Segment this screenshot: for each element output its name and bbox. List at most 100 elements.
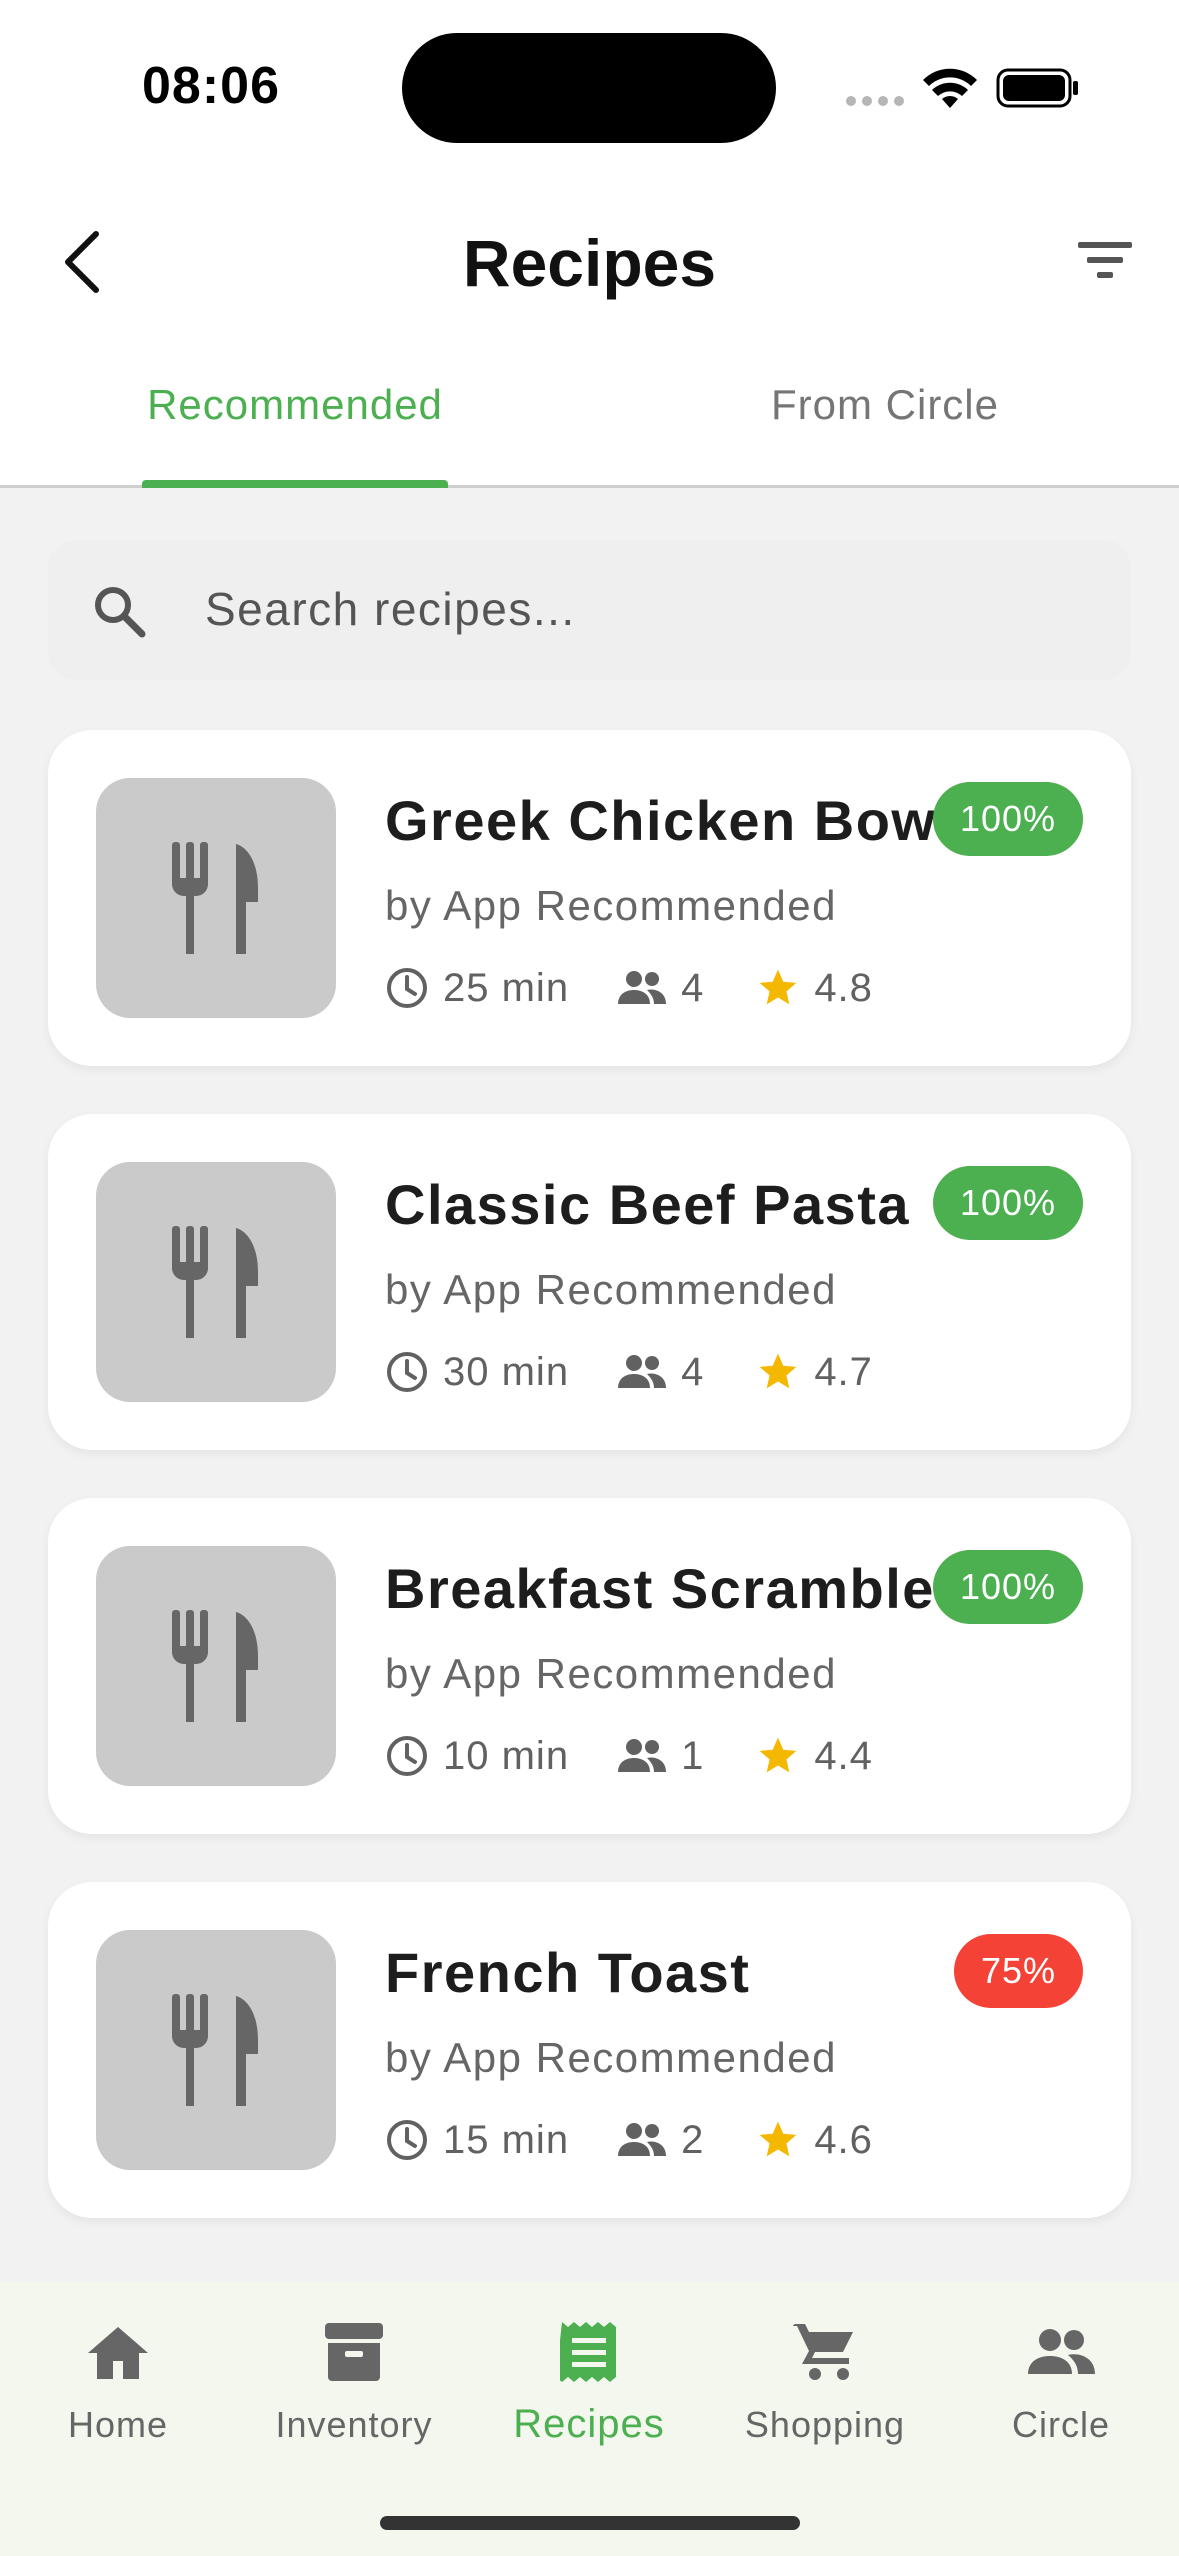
match-badge: 75% — [954, 1934, 1083, 2008]
restaurant-icon — [172, 842, 258, 954]
match-badge: 100% — [933, 1550, 1083, 1624]
servings: 4 — [617, 1350, 704, 1395]
rating: 4.8 — [756, 966, 873, 1011]
recipe-author: by App Recommended — [385, 1266, 837, 1313]
match-badge: 100% — [933, 782, 1083, 856]
recipe-title: French Toast — [385, 1941, 751, 2004]
star-icon — [759, 2121, 797, 2157]
star-icon — [759, 1353, 797, 1389]
nav-inventory-label: Inventory — [275, 2404, 433, 2445]
cook-time: 15 min — [385, 2118, 569, 2163]
clock-icon — [387, 2120, 427, 2160]
cook-time: 10 min — [385, 1734, 569, 1779]
people-icon — [618, 971, 667, 1004]
servings-value: 4 — [681, 1349, 705, 1394]
tab-recommended-label: Recommended — [147, 381, 443, 428]
status-time: 08:06 — [142, 57, 280, 115]
people-icon — [618, 2123, 667, 2156]
recipe-meta: 10 min 1 4.4 — [385, 1728, 873, 1784]
app-bar: Recipes — [0, 170, 1179, 350]
recipe-card[interactable]: Breakfast Scramble 100% by App Recommend… — [48, 1498, 1131, 1834]
recipe-thumbnail — [96, 778, 336, 1018]
rating-value: 4.8 — [814, 965, 873, 1010]
recipe-title: Classic Beef Pasta — [385, 1173, 911, 1236]
star-icon — [759, 969, 797, 1005]
restaurant-icon — [172, 1994, 258, 2106]
clock-icon — [387, 968, 427, 1008]
recipe-thumbnail — [96, 1162, 336, 1402]
nav-recipes-label: Recipes — [513, 2402, 665, 2446]
search-placeholder: Search recipes... — [205, 583, 576, 635]
tab-from-circle[interactable]: From Circle — [590, 350, 1179, 488]
recipe-title: Breakfast Scramble — [385, 1557, 935, 1620]
recipe-title: Greek Chicken Bowl — [385, 789, 954, 852]
people-icon — [1028, 2329, 1095, 2374]
nav-circle-label: Circle — [1011, 2404, 1110, 2445]
servings-value: 1 — [681, 1733, 705, 1778]
people-icon — [618, 1739, 667, 1772]
rating: 4.7 — [756, 1350, 873, 1395]
battery-icon — [996, 68, 1078, 108]
people-icon — [618, 1355, 667, 1388]
recipe-meta: 15 min 2 4.6 — [385, 2112, 873, 2168]
star-icon — [759, 1737, 797, 1773]
servings-value: 4 — [681, 965, 705, 1010]
nav-shopping[interactable]: Shopping — [707, 2302, 943, 2472]
filter-icon — [1078, 242, 1132, 278]
recipe-card[interactable]: French Toast 75% by App Recommended 15 m… — [48, 1882, 1131, 2218]
tab-from-circle-label: From Circle — [771, 381, 999, 428]
cook-time-value: 10 min — [443, 1733, 570, 1778]
active-tab-indicator — [142, 480, 448, 488]
recipe-meta: 30 min 4 4.7 — [385, 1344, 873, 1400]
servings-value: 2 — [681, 2117, 705, 2162]
page-title: Recipes — [462, 226, 717, 300]
recipe-thumbnail — [96, 1930, 336, 2170]
restaurant-icon — [172, 1226, 258, 1338]
home-icon — [88, 2327, 148, 2379]
inventory-icon — [325, 2323, 383, 2381]
dynamic-island — [402, 33, 776, 143]
filter-button[interactable] — [1070, 230, 1140, 290]
recipe-author: by App Recommended — [385, 882, 837, 929]
servings: 4 — [617, 966, 704, 1011]
nav-inventory[interactable]: Inventory — [236, 2302, 472, 2472]
bottom-navigation: Home Inventory Recipes Shopping Circle — [0, 2282, 1179, 2556]
nav-circle[interactable]: Circle — [943, 2302, 1179, 2472]
cook-time-value: 30 min — [443, 1349, 570, 1394]
rating: 4.6 — [756, 2118, 873, 2163]
recipe-card[interactable]: Classic Beef Pasta 100% by App Recommend… — [48, 1114, 1131, 1450]
match-badge: 100% — [933, 1166, 1083, 1240]
nav-home-label: Home — [67, 2404, 169, 2445]
nav-recipes[interactable]: Recipes — [471, 2302, 707, 2472]
nav-home[interactable]: Home — [0, 2302, 236, 2472]
wifi-icon — [923, 68, 977, 108]
tab-recommended[interactable]: Recommended — [0, 350, 590, 488]
restaurant-icon — [172, 1610, 258, 1722]
recipe-author: by App Recommended — [385, 2034, 837, 2081]
recipe-author: by App Recommended — [385, 1650, 837, 1697]
cook-time: 30 min — [385, 1350, 569, 1395]
clock-icon — [387, 1352, 427, 1392]
search-icon — [95, 587, 146, 638]
rating-value: 4.6 — [814, 2117, 873, 2162]
status-bar: 08:06 — [0, 0, 1179, 170]
search-input[interactable]: Search recipes... — [48, 540, 1131, 680]
cook-time-value: 15 min — [443, 2117, 570, 2162]
nav-shopping-label: Shopping — [744, 2404, 906, 2445]
recipe-card[interactable]: Greek Chicken Bowl 100% by App Recommend… — [48, 730, 1131, 1066]
cook-time: 25 min — [385, 966, 569, 1011]
servings: 1 — [617, 1734, 704, 1779]
cart-icon — [793, 2324, 853, 2380]
recipe-meta: 25 min 4 4.8 — [385, 960, 873, 1016]
cellular-signal-icon — [846, 96, 904, 106]
rating: 4.4 — [756, 1734, 873, 1779]
clock-icon — [387, 1736, 427, 1776]
rating-value: 4.7 — [814, 1349, 873, 1394]
tab-bar: Recommended From Circle — [0, 350, 1179, 488]
cook-time-value: 25 min — [443, 965, 570, 1010]
home-indicator — [380, 2516, 800, 2530]
recipes-icon — [560, 2322, 616, 2382]
recipe-thumbnail — [96, 1546, 336, 1786]
rating-value: 4.4 — [814, 1733, 873, 1778]
servings: 2 — [617, 2118, 704, 2163]
